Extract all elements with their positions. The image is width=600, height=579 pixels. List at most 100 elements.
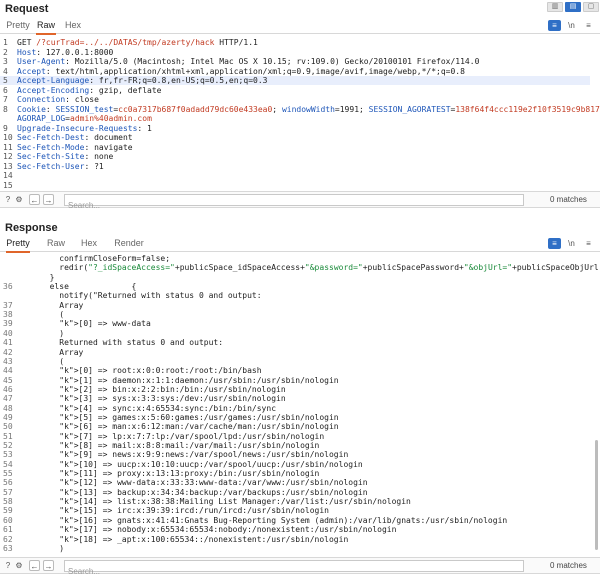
line-number: 54 <box>3 459 13 469</box>
request-line: 4 Accept: text/html,application/xhtml+xml… <box>0 67 590 76</box>
line-number: 50 <box>3 422 13 432</box>
response-line: 42 Array <box>0 348 590 357</box>
response-line-text: "k">[2] => bin:x:2:2:bin:/bin:/usr/sbin/… <box>59 384 286 394</box>
prev-match-button[interactable]: ← <box>29 194 40 205</box>
response-line-text: else { <box>40 282 137 292</box>
response-menu-icon[interactable]: ≡ <box>582 238 595 249</box>
help-icon[interactable]: ? <box>3 195 13 205</box>
line-number: 1 <box>3 38 8 47</box>
response-line-text: "k">[10] => uucp:x:10:10:uucp:/var/spool… <box>59 459 363 469</box>
response-line: 61 "k">[17] => nobody:x:65534:65534:nobo… <box>0 525 590 534</box>
response-line-text: "k">[12] => www-data:x:33:33:www-data:/v… <box>59 478 368 488</box>
request-menu-icon[interactable]: ≡ <box>582 20 595 31</box>
response-line-text: ( <box>40 310 65 320</box>
newline-toggle[interactable]: \n <box>565 238 578 249</box>
request-search-input[interactable] <box>64 194 529 211</box>
response-line: 46 "k">[2] => bin:x:2:2:bin:/bin:/usr/sb… <box>0 385 590 394</box>
settings-gear-icon[interactable]: ⚙ <box>14 561 24 571</box>
tab-response-render[interactable]: Render <box>114 236 144 251</box>
response-line: 48 "k">[4] => sync:x:4:65534:sync:/bin:/… <box>0 404 590 413</box>
response-scrollbar[interactable] <box>595 440 598 550</box>
response-line-text: Returned with status 0 and output: <box>40 338 224 348</box>
tab-request-raw[interactable]: Raw <box>36 18 56 35</box>
prev-match-button[interactable]: ← <box>29 560 40 571</box>
response-line-text: Array <box>40 347 84 357</box>
settings-gear-icon[interactable]: ⚙ <box>14 195 24 205</box>
request-line-text: Sec-Fetch-Mode: navigate <box>17 142 133 152</box>
response-line-text: ( <box>40 356 65 366</box>
response-line-text: "k">[18] => _apt:x:100:65534::/nonexiste… <box>59 534 349 544</box>
response-search-input[interactable] <box>64 560 529 577</box>
tab-response-pretty[interactable]: Pretty <box>6 236 30 253</box>
response-line: 51 "k">[7] => lp:x:7:7:lp:/var/spool/lpd… <box>0 432 590 441</box>
request-line: AGORAP_LOG=admin%40admin.com <box>0 114 590 123</box>
pretty-format-icon[interactable]: ≡ <box>548 238 561 249</box>
line-number: 55 <box>3 469 13 479</box>
request-tools: ≡ \n ≡ <box>548 18 595 33</box>
response-match-count: 0 matches <box>550 561 587 570</box>
response-line-text: notify("Returned with status 0 and outpu… <box>40 291 262 301</box>
request-line: 2 Host: 127.0.0.1:8000 <box>0 48 590 57</box>
request-line-text: Sec-Fetch-User: ?1 <box>17 161 104 171</box>
tab-request-pretty[interactable]: Pretty <box>6 18 30 33</box>
line-number: 56 <box>3 478 13 488</box>
line-number: 8 <box>3 104 8 114</box>
request-line: 13 Sec-Fetch-User: ?1 <box>0 162 590 171</box>
request-match-count: 0 matches <box>550 195 587 204</box>
response-line-text: "k">[3] => sys:x:3:3:sys:/dev:/usr/sbin/… <box>59 394 286 404</box>
request-line: 15 <box>0 181 590 189</box>
newline-toggle[interactable]: \n <box>565 20 578 31</box>
request-line: 1 GET /?curTrad=../../DATAS/tmp/azerty/ha… <box>0 38 590 47</box>
response-line-text: <h3 style='text-align:center;margin-top:… <box>40 553 545 554</box>
response-line: 58 "k">[14] => list:x:38:38:Mailing List… <box>0 497 590 506</box>
tab-response-raw[interactable]: Raw <box>46 236 66 251</box>
response-line-text: redir("?_idSpaceAccess="+publicSpace_idS… <box>40 263 600 273</box>
request-search-field[interactable] <box>65 200 529 211</box>
tab-response-hex[interactable]: Hex <box>80 236 98 251</box>
response-line: 57 "k">[13] => backup:x:34:34:backup:/va… <box>0 488 590 497</box>
response-line: } <box>0 273 590 282</box>
response-line-text: "k">[6] => man:x:6:12:man:/var/cache/man… <box>59 422 339 432</box>
request-line-text: Accept: text/html,application/xhtml+xml,… <box>17 66 465 76</box>
request-line: 6 Accept-Encoding: gzip, deflate <box>0 86 590 95</box>
tab-request-hex[interactable]: Hex <box>64 18 82 33</box>
response-editor[interactable]: confirmCloseForm=false; redir("?_idSpace… <box>0 253 600 554</box>
response-search-field[interactable] <box>65 566 529 577</box>
line-number: 13 <box>3 161 13 171</box>
next-match-button[interactable]: → <box>43 194 54 205</box>
line-number: 61 <box>3 525 13 535</box>
line-number: 6 <box>3 85 8 95</box>
request-tabs: Pretty Raw Hex ≡ \n ≡ <box>0 18 600 35</box>
line-number: 64 <box>3 553 23 554</box>
request-line: 10 Sec-Fetch-Dest: document <box>0 133 590 142</box>
response-line: 54 "k">[10] => uucp:x:10:10:uucp:/var/sp… <box>0 460 590 469</box>
response-line-text: "k">[14] => list:x:38:38:Mailing List Ma… <box>59 497 411 507</box>
line-number: 9 <box>3 123 8 133</box>
response-line: 56 "k">[12] => www-data:x:33:33:www-data… <box>0 478 590 487</box>
request-line-text: Sec-Fetch-Site: none <box>17 152 114 161</box>
pretty-format-icon[interactable]: ≡ <box>548 20 561 31</box>
request-title: Request <box>5 3 49 15</box>
response-line: 36 else { <box>0 282 590 291</box>
response-line: 39 "k">[0] => www-data <box>0 319 590 328</box>
line-number: 40 <box>3 328 13 338</box>
line-number: 53 <box>3 450 13 460</box>
response-line: 41 Returned with status 0 and output: <box>0 338 590 347</box>
response-line-text: } <box>40 272 55 282</box>
line-number: 2 <box>3 47 8 57</box>
response-line-text: Array <box>40 300 84 310</box>
response-line: 62 "k">[18] => _apt:x:100:65534::/nonexi… <box>0 535 590 544</box>
next-match-button[interactable]: → <box>43 560 54 571</box>
help-icon[interactable]: ? <box>3 561 13 571</box>
response-line-text: "k">[16] => gnats:x:41:41:Gnats Bug-Repo… <box>59 515 508 525</box>
request-editor[interactable]: 1 GET /?curTrad=../../DATAS/tmp/azerty/ha… <box>0 36 600 188</box>
line-number: 47 <box>3 394 13 404</box>
line-number: 41 <box>3 338 13 348</box>
request-line: 8 Cookie: SESSION_test=cc0a7317b687f0adad… <box>0 104 600 114</box>
response-line-text: ) <box>40 543 65 553</box>
response-line: 49 "k">[5] => games:x:5:60:games:/usr/ga… <box>0 413 590 422</box>
line-number: 45 <box>3 375 13 385</box>
request-line-text: Upgrade-Insecure-Requests: 1 <box>17 123 152 133</box>
response-tabs: Pretty Raw Hex Render ≡ \n ≡ <box>0 236 600 253</box>
response-line-text: "k">[17] => nobody:x:65534:65534:nobody:… <box>59 525 397 535</box>
